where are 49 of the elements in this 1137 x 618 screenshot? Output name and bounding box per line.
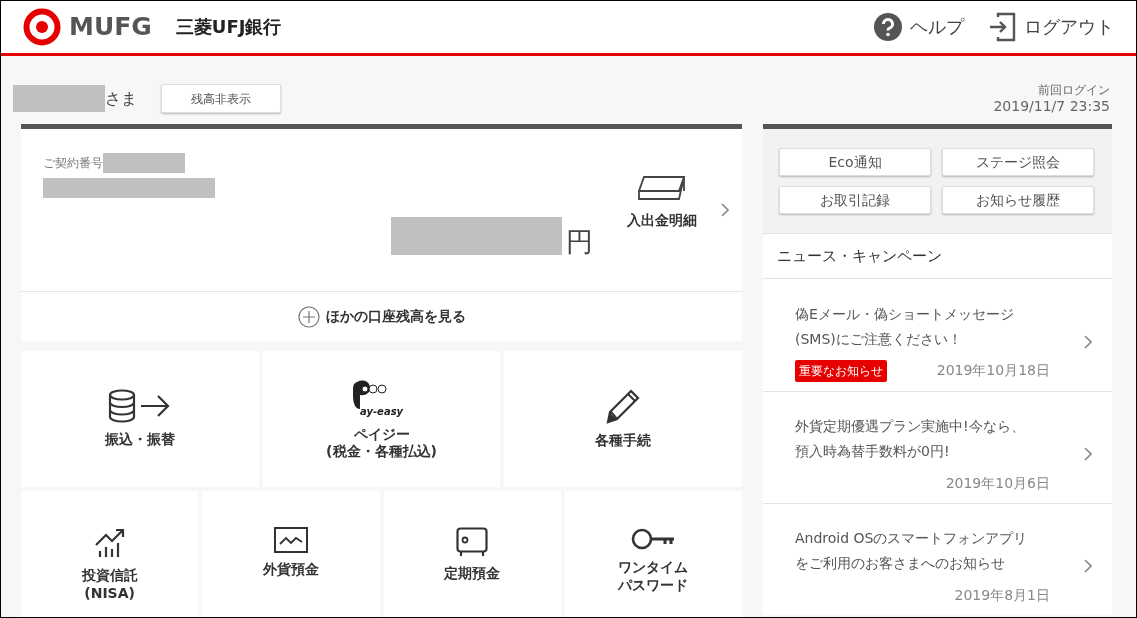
line-chart-icon	[273, 527, 308, 553]
pencil-icon	[605, 388, 642, 425]
statement-link[interactable]: 入出金明細	[627, 174, 697, 231]
quick-link-button[interactable]: ステージ照会	[942, 148, 1094, 176]
menu-tile[interactable]: 外貨預金	[202, 491, 380, 617]
other-accounts-link[interactable]: ほかの口座残高を見る	[21, 291, 742, 341]
last-login-time: 2019/11/7 23:35	[993, 97, 1110, 114]
currency-unit: 円	[566, 228, 593, 255]
news-item[interactable]: 偽Eメール・偽ショートメッセージ (SMS)にご注意ください！ 重要なお知らせ 2019年10月18日	[763, 279, 1112, 391]
news-date: 2019年8月1日	[954, 585, 1050, 605]
growth-chart-icon	[93, 527, 126, 559]
passbook-icon	[638, 174, 686, 202]
chevron-right-icon	[1084, 559, 1092, 573]
chevron-right-icon	[1084, 447, 1092, 461]
quick-link-button[interactable]: お取引記録	[779, 186, 931, 214]
help-link[interactable]: ヘルプ	[910, 13, 964, 41]
coins-arrow-icon	[107, 389, 172, 424]
menu-tile[interactable]: ay-easy ペイジー (税金・各種払込)	[262, 351, 501, 487]
last-login-label: 前回ログイン	[1037, 84, 1110, 98]
chevron-right-icon	[1084, 334, 1092, 349]
menu-tile[interactable]: 各種手続	[504, 351, 742, 487]
menu-tile[interactable]: 投資信託 (NISA)	[21, 491, 199, 617]
news-item[interactable]: 外貨定期優遇プラン実施中!今なら、 預入時為替手数料が0円! 2019年10月6日	[763, 391, 1112, 503]
logo-wordmark: MUFG	[69, 11, 152, 44]
quick-link-button[interactable]: Eco通知	[779, 148, 931, 176]
logout-icon	[988, 12, 1016, 42]
news-title: Android OSのスマートフォンアプリ をご利用のお客さまへのお知らせ	[795, 529, 1029, 573]
menu-tile[interactable]: ワンタイム パスワード	[564, 491, 742, 617]
key-icon	[631, 527, 676, 551]
safe-icon	[456, 527, 489, 557]
plus-circle-icon	[297, 305, 320, 328]
hide-balance-button[interactable]: 残高非表示	[161, 84, 281, 114]
news-date: 2019年10月18日	[936, 361, 1050, 380]
menu-tile[interactable]: 定期預金	[383, 491, 561, 617]
news-title: 偽Eメール・偽ショートメッセージ (SMS)にご注意ください！	[795, 304, 1015, 349]
honorific-text: さま	[105, 88, 137, 110]
bank-logo-icon	[23, 8, 61, 46]
bank-name: 三菱UFJ銀行	[175, 15, 282, 40]
help-icon	[874, 13, 902, 41]
important-tag: 重要なお知らせ	[795, 359, 887, 382]
menu-tile[interactable]: 振込・振替	[21, 351, 259, 487]
news-title: 外貨定期優遇プラン実施中!今なら、 預入時為替手数料が0円!	[795, 417, 1026, 461]
news-date: 2019年10月6日	[945, 473, 1050, 493]
logout-link[interactable]: ログアウト	[1024, 13, 1114, 41]
news-item[interactable]: Android OSのスマートフォンアプリ をご利用のお客さまへのお知らせ 2019年8月1日	[763, 503, 1112, 615]
news-heading: ニュース・キャンペーン	[763, 234, 1112, 279]
quick-link-button[interactable]: お知らせ履歴	[942, 186, 1094, 214]
contract-number-label: ご契約番号	[43, 155, 103, 172]
chevron-right-icon	[721, 203, 729, 217]
